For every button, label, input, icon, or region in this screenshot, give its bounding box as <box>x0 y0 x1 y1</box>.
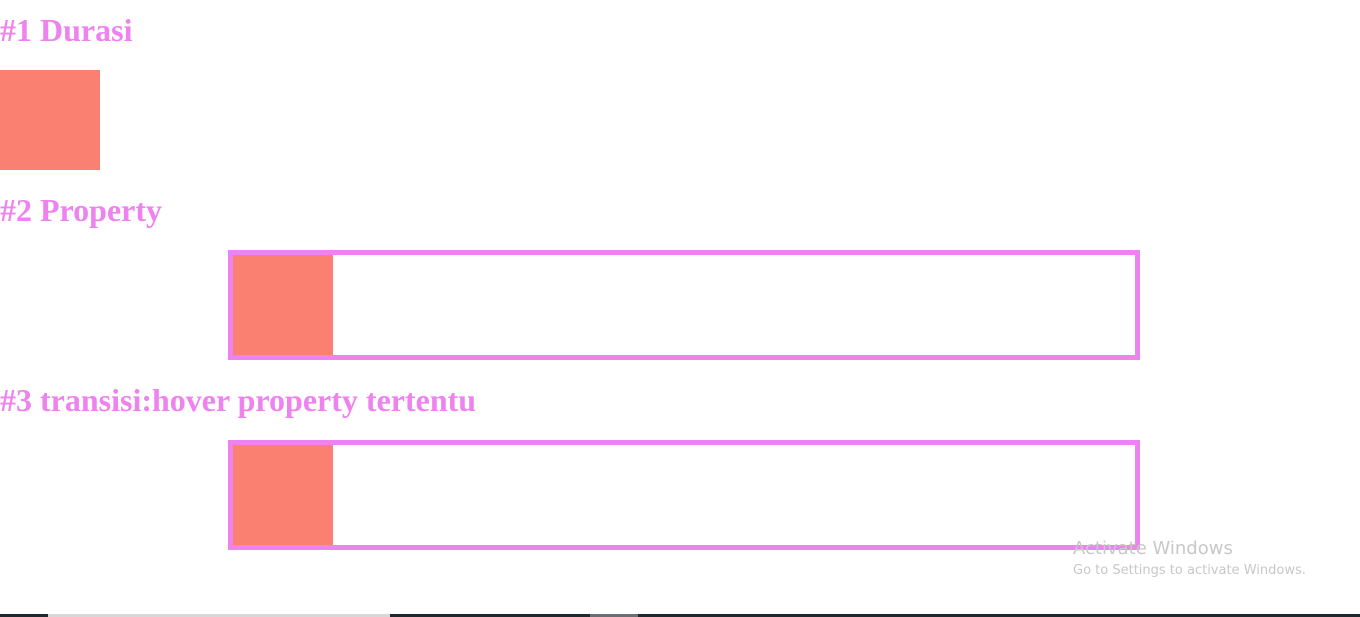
section-title-property: #2 Property <box>0 192 163 228</box>
section-title-durasi: #1 Durasi <box>0 12 133 48</box>
hover-box[interactable] <box>233 445 333 545</box>
watermark-subtitle: Go to Settings to activate Windows. <box>1073 563 1306 578</box>
property-box[interactable] <box>233 255 333 355</box>
section-title-hover: #3 transisi:hover property tertentu <box>0 382 477 418</box>
hover-track <box>228 440 1140 550</box>
durasi-box[interactable] <box>0 70 100 170</box>
property-track <box>228 250 1140 360</box>
